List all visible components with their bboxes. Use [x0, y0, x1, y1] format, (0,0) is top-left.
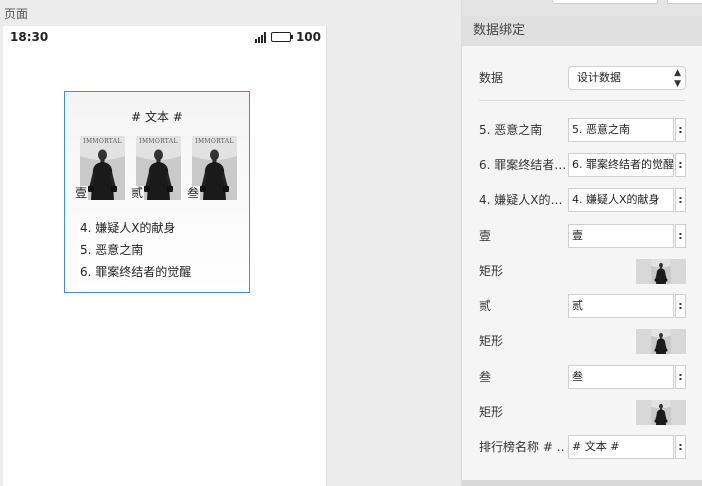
binding-label: 矩形 — [479, 405, 504, 419]
battery-icon — [270, 32, 293, 42]
binding-label: 6. 罪案终结者… — [479, 158, 565, 172]
cover-badge: 贰 — [130, 186, 145, 200]
binding-input[interactable]: 叁 — [568, 365, 674, 389]
binding-row: 6. 罪案终结者… 6. 罪案终结者的觉醒: — [462, 152, 702, 178]
binding-row: 壹 壹: — [462, 223, 702, 249]
more-options-button[interactable]: : — [675, 224, 686, 248]
binding-row: 排行榜名称 # … # 文本 #: — [462, 434, 702, 460]
binding-label: 4. 嫌疑人X的… — [479, 193, 563, 207]
binding-input[interactable]: 壹 — [568, 224, 674, 248]
panel-topbar — [462, 0, 702, 16]
phone-canvas: 18:30 100 # 文本 # IMMORTAL 壹 IMMORTAL 贰 IMM… — [3, 26, 327, 486]
panel-header: 数据绑定 — [462, 16, 702, 46]
image-thumbnail[interactable] — [636, 400, 686, 425]
cover-2[interactable]: IMMORTAL 贰 — [130, 136, 181, 200]
more-options-button[interactable]: : — [675, 153, 686, 177]
figure-icon — [649, 400, 673, 425]
rank-item-5: 5. 恶意之南 — [80, 243, 144, 257]
binding-label: 矩形 — [479, 264, 504, 278]
figure-icon — [649, 259, 673, 284]
binding-input[interactable]: 贰 — [568, 294, 674, 318]
binding-row: 矩形 — [462, 258, 702, 284]
binding-row: 5. 恶意之南 5. 恶意之南: — [462, 117, 702, 143]
battery-level: 100 — [295, 30, 321, 44]
data-source-value: 设计数据 — [577, 71, 621, 84]
signal-icon — [254, 31, 266, 43]
more-options-button[interactable]: : — [675, 294, 686, 318]
data-source-label: 数据 — [479, 71, 504, 85]
cover-list: IMMORTAL 壹 IMMORTAL 贰 IMMORTAL 叁 — [74, 136, 237, 200]
figure-icon — [649, 329, 673, 354]
cover-badge: 叁 — [186, 186, 201, 200]
ranking-widget[interactable]: # 文本 # IMMORTAL 壹 IMMORTAL 贰 IMMORTAL 叁 4. … — [64, 91, 250, 293]
binding-row: 矩形 — [462, 399, 702, 425]
more-options-button[interactable]: : — [675, 435, 686, 459]
binding-row: 贰 贰: — [462, 293, 702, 319]
status-time: 18:30 — [10, 30, 49, 44]
data-source-select[interactable]: 设计数据 ▲ ▼ — [568, 66, 686, 90]
more-options-button[interactable]: : — [675, 188, 686, 212]
binding-input[interactable]: 5. 恶意之南 — [568, 118, 674, 142]
cover-3[interactable]: IMMORTAL 叁 — [186, 136, 237, 200]
binding-label: 5. 恶意之南 — [479, 123, 543, 137]
cover-title: IMMORTAL — [83, 138, 122, 145]
cover-title: IMMORTAL — [139, 138, 178, 145]
topbar-field[interactable] — [552, 0, 658, 4]
rank-item-6: 6. 罪案终结者的觉醒 — [80, 265, 192, 279]
binding-label: 排行榜名称 # … — [479, 440, 565, 454]
image-thumbnail[interactable] — [636, 259, 686, 284]
binding-input[interactable]: # 文本 # — [568, 435, 674, 459]
binding-label: 叁 — [479, 370, 492, 384]
more-options-button[interactable]: : — [675, 365, 686, 389]
divider — [479, 100, 686, 101]
binding-row: 4. 嫌疑人X的… 4. 嫌疑人X的献身: — [462, 187, 702, 213]
cover-title: IMMORTAL — [195, 138, 234, 145]
more-options-button[interactable]: : — [675, 118, 686, 142]
binding-label: 矩形 — [479, 334, 504, 348]
topbar-button[interactable] — [667, 0, 702, 4]
image-thumbnail[interactable] — [636, 329, 686, 354]
widget-title: # 文本 # — [131, 110, 183, 124]
select-arrows-icon: ▲ ▼ — [674, 68, 681, 89]
binding-label: 贰 — [479, 299, 492, 313]
status-right: 100 — [254, 30, 321, 44]
rank-list: 4. 嫌疑人X的献身 5. 恶意之南 6. 罪案终结者的觉醒 — [80, 217, 191, 283]
binding-row: 叁 叁: — [462, 364, 702, 390]
binding-label: 壹 — [479, 229, 492, 243]
data-source-row: 数据 设计数据 ▲ ▼ — [462, 65, 702, 91]
rank-item-4: 4. 嫌疑人X的献身 — [80, 221, 176, 235]
status-bar: 18:30 100 — [3, 26, 327, 48]
binding-row: 矩形 — [462, 328, 702, 354]
binding-input[interactable]: 6. 罪案终结者的觉醒 — [568, 153, 674, 177]
page-label: 页面 — [4, 7, 29, 21]
cover-1[interactable]: IMMORTAL 壹 — [74, 136, 125, 200]
properties-panel: 数据绑定 数据 设计数据 ▲ ▼ 5. 恶意之南 5. 恶意之南:6. 罪案终结者…… — [461, 0, 702, 486]
panel-bottom-bar — [462, 480, 702, 486]
binding-input[interactable]: 4. 嫌疑人X的献身 — [568, 188, 674, 212]
cover-badge: 壹 — [74, 186, 89, 200]
